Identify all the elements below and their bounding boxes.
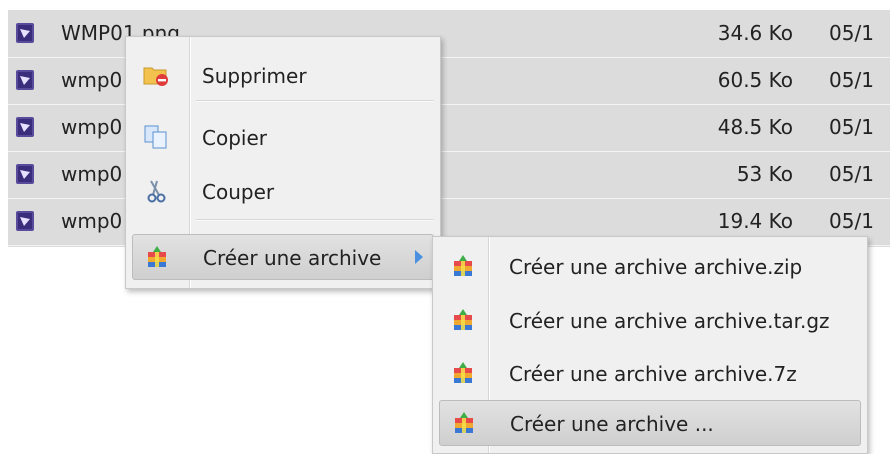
file-date: 05/1 (829, 21, 874, 45)
menu-item-create-archive[interactable]: Créer une archive (132, 234, 434, 280)
menu-item-label: Copier (202, 126, 267, 150)
file-date: 05/1 (829, 162, 874, 186)
submenu-item-7z[interactable]: Créer une archive archive.7z (439, 351, 861, 395)
archive-icon (449, 360, 477, 386)
menu-divider (196, 219, 434, 221)
archive-icon (449, 307, 477, 333)
menu-item-label: Créer une archive archive.7z (509, 362, 797, 386)
archive-icon (450, 410, 478, 436)
submenu-item-targz[interactable]: Créer une archive archive.tar.gz (439, 298, 861, 342)
image-file-icon (14, 22, 36, 44)
archive-icon (449, 253, 477, 279)
menu-item-label: Créer une archive archive.tar.gz (509, 309, 830, 333)
file-name: wmp0 (61, 162, 123, 186)
file-name: wmp0 (61, 68, 123, 92)
folder-delete-icon (142, 62, 170, 88)
menu-item-copy[interactable]: Copier (132, 115, 434, 159)
submenu-arrow-icon (415, 250, 423, 264)
image-file-icon (14, 116, 36, 138)
menu-item-label: Créer une archive (203, 246, 382, 270)
file-size: 19.4 Ko (717, 209, 793, 233)
menu-divider (196, 100, 434, 102)
menu-item-label: Créer une archive ... (510, 412, 714, 436)
file-name: wmp0 (61, 115, 123, 139)
file-date: 05/1 (829, 115, 874, 139)
copy-icon (142, 124, 170, 150)
image-file-icon (14, 163, 36, 185)
file-size: 48.5 Ko (717, 115, 793, 139)
menu-item-delete[interactable]: Supprimer (132, 53, 434, 97)
menu-item-label: Couper (202, 180, 275, 204)
context-menu: Supprimer Copier Couper Créer une archiv… (125, 36, 441, 289)
image-file-icon (14, 210, 36, 232)
archive-submenu: Créer une archive archive.zip Créer une … (432, 236, 868, 454)
menu-item-label: Créer une archive archive.zip (509, 255, 803, 279)
file-date: 05/1 (829, 68, 874, 92)
file-size: 60.5 Ko (717, 68, 793, 92)
submenu-item-custom[interactable]: Créer une archive ... (439, 400, 861, 446)
submenu-item-zip[interactable]: Créer une archive archive.zip (439, 244, 861, 288)
menu-item-cut[interactable]: Couper (132, 169, 434, 213)
file-size: 53 Ko (736, 162, 793, 186)
file-name: wmp0 (61, 209, 123, 233)
menu-item-label: Supprimer (202, 64, 307, 88)
scissors-icon (142, 178, 170, 204)
image-file-icon (14, 69, 36, 91)
archive-icon (143, 244, 171, 270)
file-date: 05/1 (829, 209, 874, 233)
file-size: 34.6 Ko (717, 21, 793, 45)
